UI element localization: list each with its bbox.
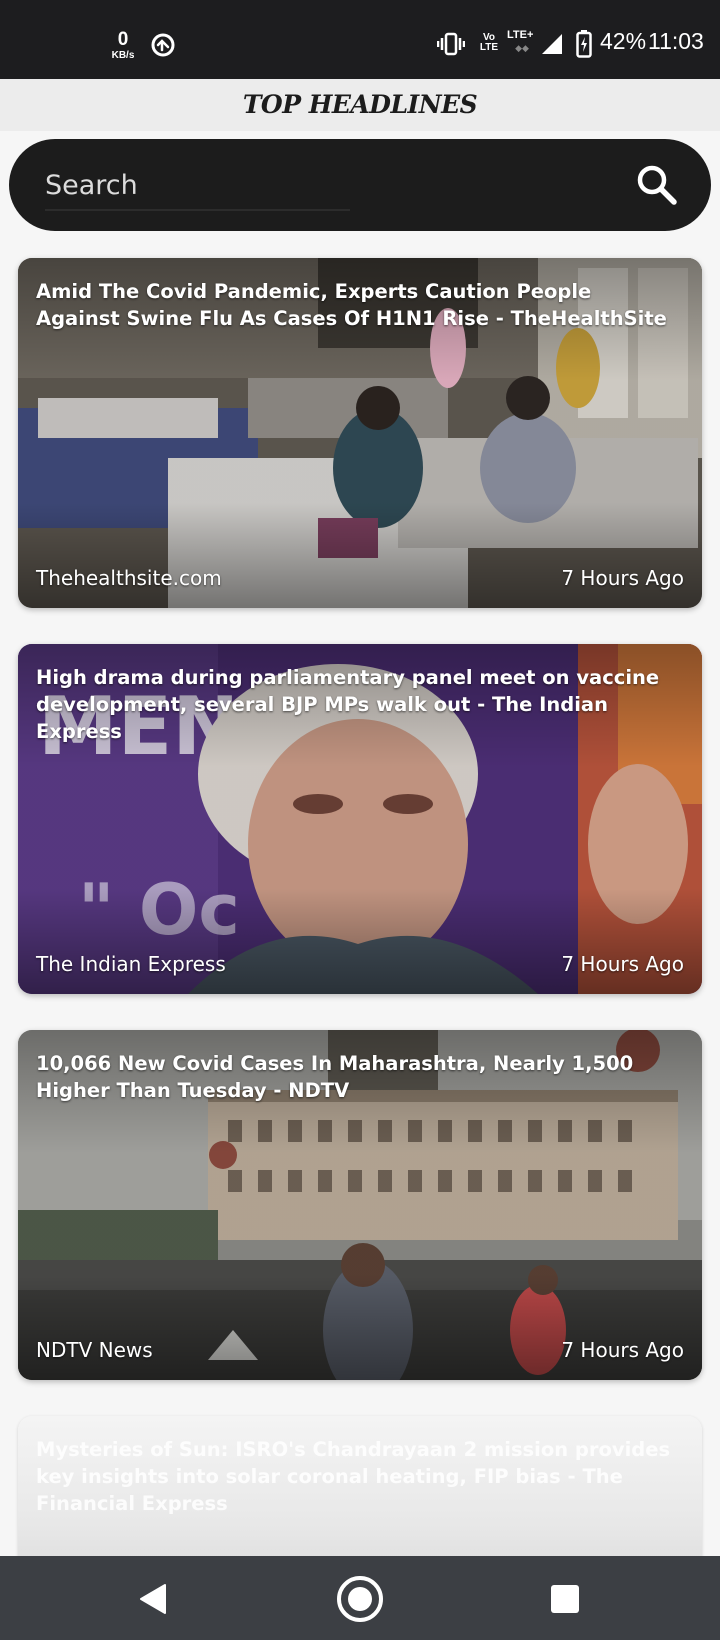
- app-header: TOP HEADLINES: [0, 79, 720, 131]
- back-button[interactable]: [130, 1574, 180, 1624]
- news-time: 7 Hours Ago: [561, 952, 684, 976]
- home-button[interactable]: [335, 1574, 385, 1624]
- news-title: 10,066 New Covid Cases In Maharashtra, N…: [36, 1052, 634, 1102]
- search-input[interactable]: [45, 161, 350, 211]
- news-card[interactable]: Amid The Covid Pandemic, Experts Caution…: [18, 258, 702, 608]
- clock: 11:03: [648, 28, 704, 54]
- news-card[interactable]: MEN " Oc High drama during parliamentary…: [18, 644, 702, 994]
- recents-icon: [551, 1585, 579, 1613]
- news-title: High drama during parliamentary panel me…: [36, 666, 660, 743]
- data-saver-icon: [151, 33, 175, 57]
- search-button[interactable]: [635, 163, 679, 207]
- recents-button[interactable]: [540, 1574, 590, 1624]
- news-title: Mysteries of Sun: ISRO's Chandrayaan 2 m…: [36, 1438, 671, 1515]
- news-title: Amid The Covid Pandemic, Experts Caution…: [36, 280, 667, 330]
- network-speed-value: 0: [117, 29, 129, 50]
- page-title: TOP HEADLINES: [242, 90, 478, 119]
- news-card[interactable]: 10,066 New Covid Cases In Maharashtra, N…: [18, 1030, 702, 1380]
- news-source: The Indian Express: [36, 952, 226, 976]
- search-bar: [9, 139, 711, 231]
- news-source: Thehealthsite.com: [36, 566, 222, 590]
- lte-plus-icon: LTE+ ◆◆: [507, 30, 537, 53]
- signal-icon: [542, 34, 562, 54]
- news-source: NDTV News: [36, 1338, 153, 1362]
- news-time: 7 Hours Ago: [561, 566, 684, 590]
- home-icon: [337, 1576, 383, 1622]
- volte-icon: Vo LTE: [476, 33, 502, 53]
- navigation-bar: [0, 1556, 720, 1640]
- lte-activity-icon: ◆◆: [515, 43, 529, 53]
- back-icon: [140, 1584, 166, 1614]
- lte-plus-label: LTE+: [507, 29, 534, 41]
- battery-charging-icon: [576, 30, 592, 58]
- volte-bottom-label: LTE: [479, 42, 499, 53]
- news-time: 7 Hours Ago: [561, 1338, 684, 1362]
- network-speed-unit: KB/s: [111, 50, 135, 61]
- battery-percent: 42%: [600, 28, 647, 54]
- network-speed: 0 KB/s: [106, 30, 140, 61]
- search-icon: [637, 165, 677, 205]
- status-bar: 0 KB/s Vo LTE LTE+ ◆◆ 42% 11:03: [0, 0, 720, 79]
- vibrate-icon: [437, 32, 465, 56]
